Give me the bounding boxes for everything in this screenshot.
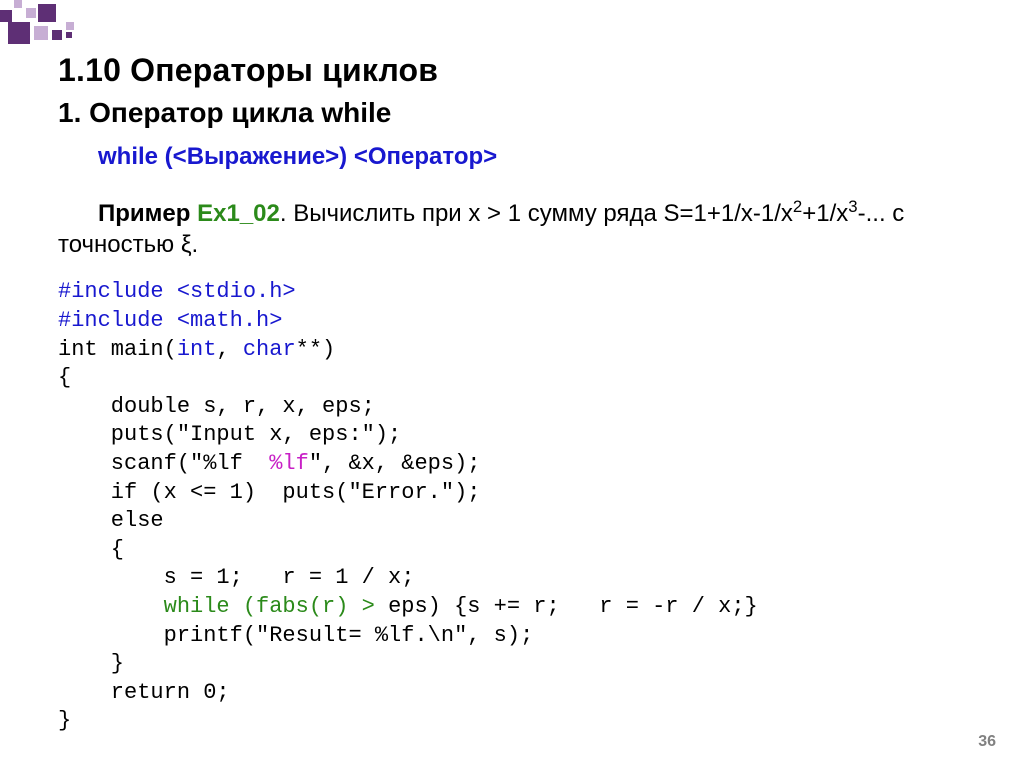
example-paragraph: Пример Ex1_02. Вычислить при x > 1 сумму…	[58, 199, 958, 260]
example-sup3: 3	[848, 197, 857, 216]
code-l02: #include <math.h>	[58, 308, 282, 333]
code-l04: {	[58, 365, 71, 390]
code-l06: puts("Input x, eps:");	[58, 422, 401, 447]
example-sup2: 2	[793, 197, 802, 216]
example-text-b: +1/x	[802, 200, 848, 227]
heading-sub: 1. Оператор цикла while	[58, 97, 984, 129]
code-l03b: int	[177, 337, 217, 362]
decor-corner	[0, 0, 140, 48]
code-l14: }	[58, 651, 124, 676]
code-l16: }	[58, 708, 71, 733]
code-l09: else	[58, 508, 164, 533]
example-prefix: Пример	[98, 200, 197, 227]
page-number: 36	[978, 733, 996, 751]
example-label: Ex1_02	[197, 200, 280, 227]
example-text-a: Вычислить при x > 1 сумму ряда S=1+1/x-1…	[293, 200, 793, 227]
code-l15: return 0;	[58, 680, 230, 705]
code-l13: printf("Result= %lf.\n", s);	[58, 623, 533, 648]
code-l11: s = 1; r = 1 / x;	[58, 565, 414, 590]
code-l08: if (x <= 1) puts("Error.");	[58, 480, 480, 505]
code-l07b: %lf	[269, 451, 309, 476]
code-l12a: while (fabs(r) >	[58, 594, 388, 619]
code-l03c: ,	[216, 337, 242, 362]
code-l03a: int main(	[58, 337, 177, 362]
slide-content: 1.10 Операторы циклов 1. Оператор цикла …	[58, 52, 984, 736]
code-l03d: char	[243, 337, 296, 362]
code-l01: #include <stdio.h>	[58, 279, 296, 304]
code-l07c: ", &x, &eps);	[309, 451, 481, 476]
heading-main: 1.10 Операторы циклов	[58, 52, 984, 89]
syntax-line: while (<Выражение>) <Оператор>	[98, 143, 984, 171]
code-block: #include <stdio.h> #include <math.h> int…	[58, 278, 984, 736]
code-l12b: eps) {s += r; r = -r / x;}	[388, 594, 758, 619]
example-dot: .	[280, 200, 293, 227]
code-l03e: **)	[296, 337, 349, 362]
code-l10: {	[58, 537, 124, 562]
code-l07a: scanf("%lf	[58, 451, 269, 476]
code-l05: double s, r, x, eps;	[58, 394, 375, 419]
